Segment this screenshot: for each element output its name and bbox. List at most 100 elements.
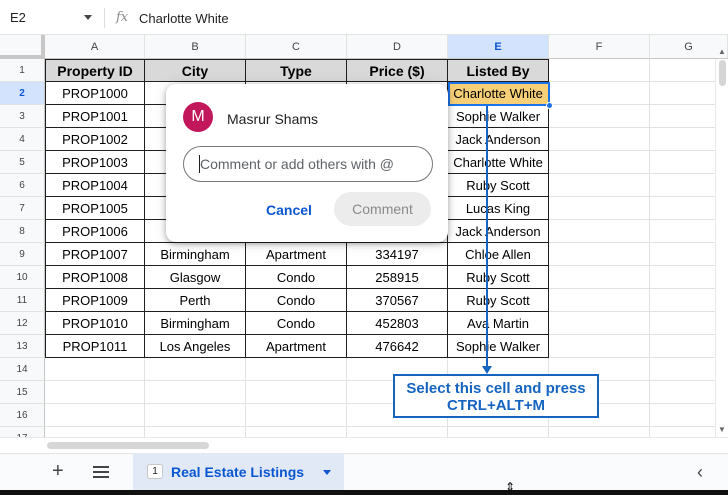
column-header[interactable]: G: [650, 35, 728, 59]
table-cell[interactable]: Condo: [246, 266, 347, 289]
add-sheet-icon[interactable]: +: [52, 460, 64, 483]
scroll-up-icon[interactable]: ▲: [718, 47, 726, 56]
row-header[interactable]: 3: [0, 105, 45, 128]
table-cell[interactable]: Charlotte White: [448, 151, 549, 174]
cell[interactable]: [549, 59, 650, 82]
table-cell[interactable]: Birmingham: [145, 312, 246, 335]
select-all-corner[interactable]: [0, 35, 45, 59]
table-cell[interactable]: PROP1003: [45, 151, 145, 174]
row-header[interactable]: 11: [0, 289, 45, 312]
table-cell[interactable]: 370567: [347, 289, 448, 312]
table-header-cell[interactable]: Price ($): [347, 59, 448, 82]
cell[interactable]: [549, 128, 650, 151]
name-box-dropdown-icon[interactable]: [84, 15, 92, 20]
table-header-cell[interactable]: Type: [246, 59, 347, 82]
row-header[interactable]: 15: [0, 381, 45, 404]
table-cell[interactable]: PROP1004: [45, 174, 145, 197]
column-header[interactable]: D: [347, 35, 448, 59]
table-cell[interactable]: Perth: [145, 289, 246, 312]
table-cell[interactable]: PROP1001: [45, 105, 145, 128]
table-cell[interactable]: Charlotte White: [448, 82, 549, 105]
table-cell[interactable]: PROP1011: [45, 335, 145, 358]
cell[interactable]: [45, 381, 145, 404]
row-header[interactable]: 13: [0, 335, 45, 358]
table-cell[interactable]: Chloe Allen: [448, 243, 549, 266]
name-box[interactable]: E2: [10, 10, 26, 25]
table-cell[interactable]: Apartment: [246, 243, 347, 266]
table-cell[interactable]: 334197: [347, 243, 448, 266]
all-sheets-icon[interactable]: [93, 466, 109, 478]
table-cell[interactable]: PROP1005: [45, 197, 145, 220]
cell[interactable]: [549, 289, 650, 312]
table-header-cell[interactable]: Property ID: [45, 59, 145, 82]
row-header[interactable]: 9: [0, 243, 45, 266]
table-cell[interactable]: 476642: [347, 335, 448, 358]
cell[interactable]: [45, 358, 145, 381]
table-cell[interactable]: Lucas King: [448, 197, 549, 220]
table-cell[interactable]: PROP1009: [45, 289, 145, 312]
table-cell[interactable]: Sophie Walker: [448, 335, 549, 358]
cell[interactable]: [549, 335, 650, 358]
column-header[interactable]: F: [549, 35, 650, 59]
cell[interactable]: [549, 105, 650, 128]
cell[interactable]: [145, 358, 246, 381]
row-header[interactable]: 4: [0, 128, 45, 151]
cell[interactable]: [246, 404, 347, 427]
row-header[interactable]: 6: [0, 174, 45, 197]
cell[interactable]: [246, 381, 347, 404]
table-cell[interactable]: Jack Anderson: [448, 220, 549, 243]
column-header[interactable]: E: [448, 35, 549, 59]
cell[interactable]: [549, 266, 650, 289]
comment-input[interactable]: Comment or add others with @: [183, 146, 433, 182]
cell[interactable]: [246, 358, 347, 381]
sheet-tab-dropdown-icon[interactable]: [323, 470, 331, 475]
cell[interactable]: [549, 174, 650, 197]
sheet-tab-label[interactable]: Real Estate Listings: [171, 464, 304, 480]
row-header[interactable]: 14: [0, 358, 45, 381]
table-cell[interactable]: PROP1002: [45, 128, 145, 151]
vertical-scroll-thumb[interactable]: [719, 60, 726, 86]
cell[interactable]: [45, 404, 145, 427]
table-cell[interactable]: Ruby Scott: [448, 266, 549, 289]
column-header[interactable]: A: [45, 35, 145, 59]
table-header-cell[interactable]: Listed By: [448, 59, 549, 82]
table-cell[interactable]: 258915: [347, 266, 448, 289]
cell[interactable]: [549, 243, 650, 266]
cell[interactable]: [549, 220, 650, 243]
table-cell[interactable]: Condo: [246, 289, 347, 312]
scroll-down-icon[interactable]: ▼: [718, 425, 726, 434]
table-cell[interactable]: PROP1008: [45, 266, 145, 289]
table-cell[interactable]: Birmingham: [145, 243, 246, 266]
table-cell[interactable]: PROP1000: [45, 82, 145, 105]
table-cell[interactable]: Ava Martin: [448, 312, 549, 335]
row-header[interactable]: 10: [0, 266, 45, 289]
cell[interactable]: [549, 312, 650, 335]
table-cell[interactable]: PROP1006: [45, 220, 145, 243]
table-cell[interactable]: Ruby Scott: [448, 289, 549, 312]
table-cell[interactable]: Apartment: [246, 335, 347, 358]
column-header[interactable]: B: [145, 35, 246, 59]
row-header[interactable]: 5: [0, 151, 45, 174]
cell[interactable]: [549, 151, 650, 174]
table-cell[interactable]: Glasgow: [145, 266, 246, 289]
collapse-sidebar-icon[interactable]: ‹: [697, 462, 703, 483]
row-header[interactable]: 16: [0, 404, 45, 427]
table-cell[interactable]: PROP1010: [45, 312, 145, 335]
cancel-button[interactable]: Cancel: [254, 194, 324, 226]
row-header[interactable]: 1: [0, 59, 45, 82]
column-header[interactable]: C: [246, 35, 347, 59]
formula-input[interactable]: Charlotte White: [139, 11, 229, 26]
row-header[interactable]: 7: [0, 197, 45, 220]
table-cell[interactable]: Condo: [246, 312, 347, 335]
row-header[interactable]: 2: [0, 82, 45, 105]
cell[interactable]: [145, 404, 246, 427]
table-cell[interactable]: 452803: [347, 312, 448, 335]
cell[interactable]: [145, 381, 246, 404]
row-header[interactable]: 12: [0, 312, 45, 335]
vertical-scrollbar[interactable]: [715, 59, 728, 437]
fill-handle[interactable]: [546, 102, 553, 109]
table-header-cell[interactable]: City: [145, 59, 246, 82]
table-cell[interactable]: Ruby Scott: [448, 174, 549, 197]
table-cell[interactable]: Los Angeles: [145, 335, 246, 358]
cell[interactable]: [549, 197, 650, 220]
